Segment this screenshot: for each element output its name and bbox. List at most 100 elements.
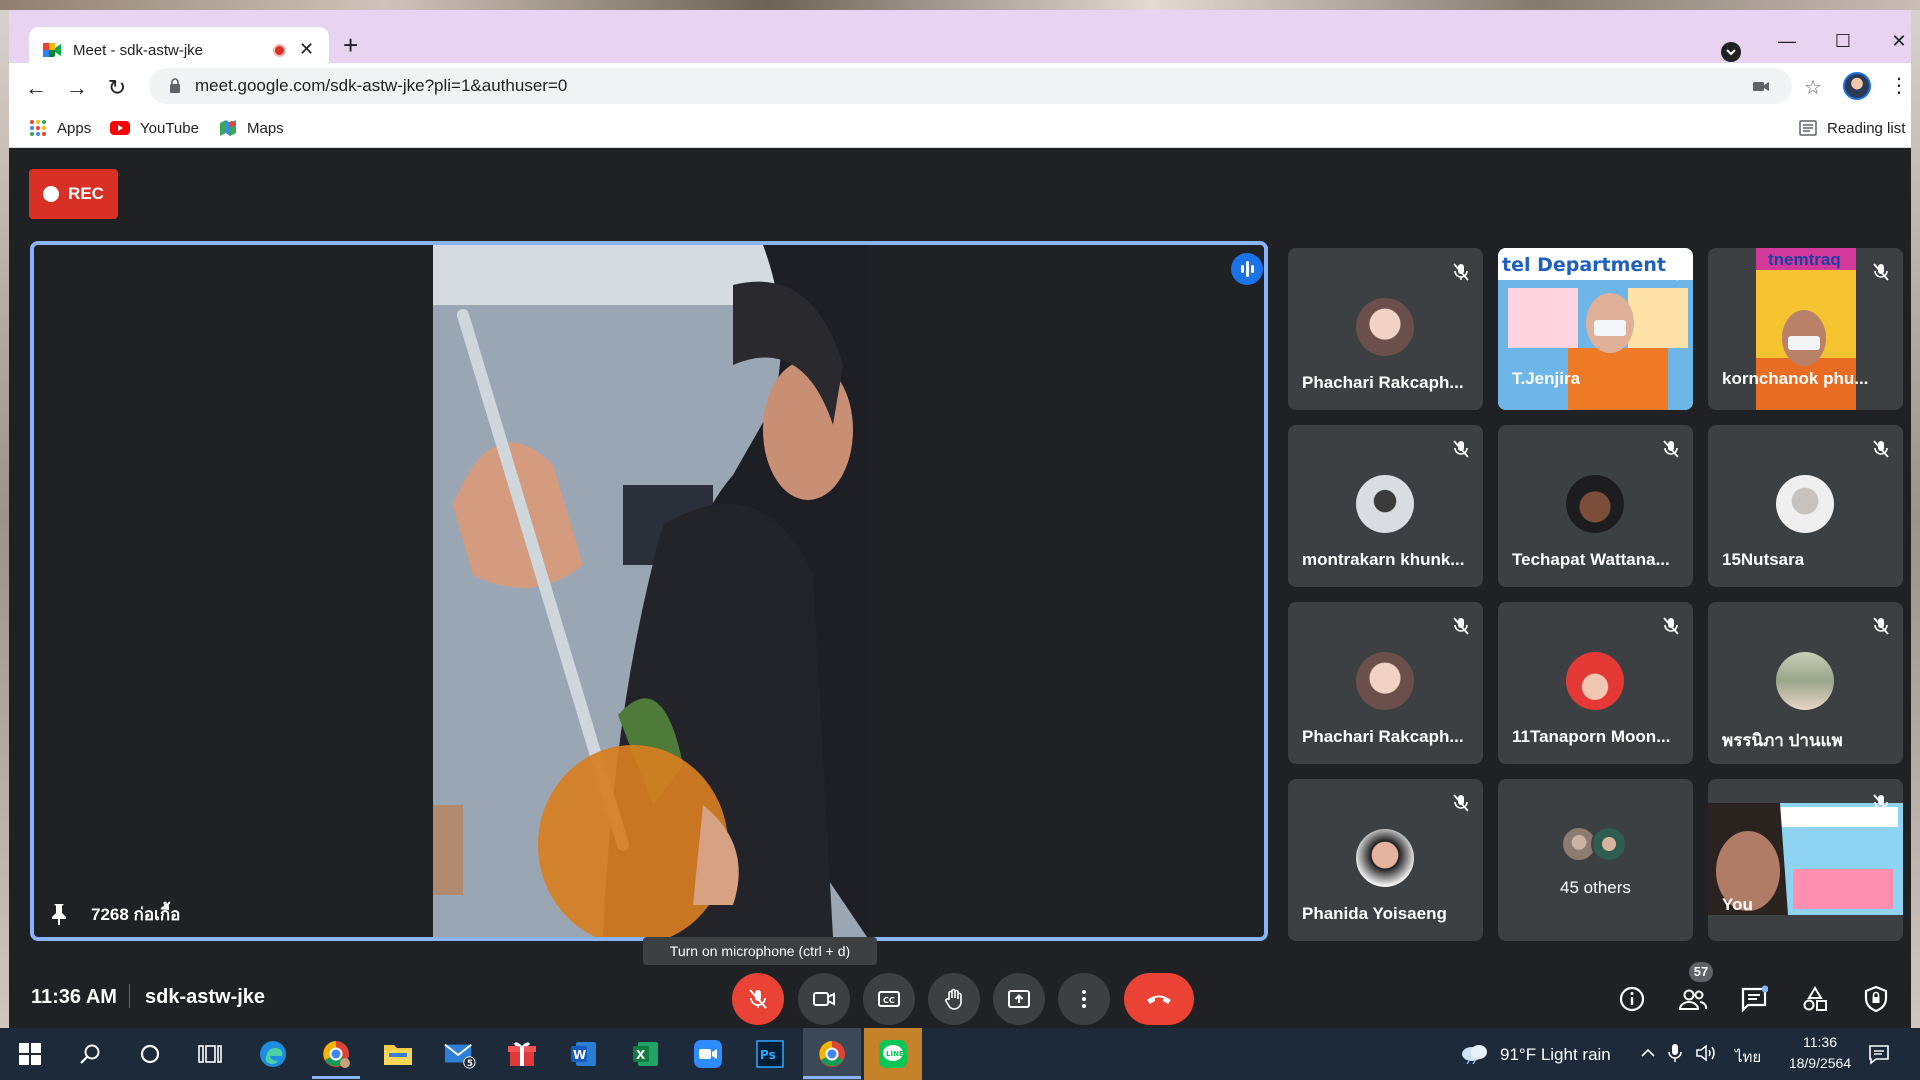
microphone-tooltip: Turn on microphone (ctrl + d) <box>643 937 877 965</box>
participant-name: 11Tanaporn Moon... <box>1512 727 1671 746</box>
task-view-button[interactable] <box>194 1038 226 1070</box>
participant-tile[interactable]: montrakarn khunk... <box>1288 425 1483 587</box>
edge-icon <box>260 1041 286 1067</box>
participant-tile[interactable]: 11Tanaporn Moon... <box>1498 602 1693 764</box>
present-screen-button[interactable] <box>993 973 1045 1025</box>
volume-icon[interactable] <box>1695 1043 1719 1063</box>
participant-name: Phachari Rakcaph... <box>1302 373 1464 392</box>
svg-text:CC: CC <box>883 996 895 1005</box>
participant-count-badge: 57 <box>1689 962 1713 982</box>
word-icon: W <box>571 1042 596 1066</box>
mail-badge-count: 5 <box>467 1058 473 1068</box>
participant-tile[interactable]: Phachari Rakcaph... <box>1288 602 1483 764</box>
tab-close-button[interactable]: ✕ <box>299 39 314 60</box>
avatar <box>1776 652 1834 710</box>
minimize-button[interactable]: — <box>1767 26 1807 56</box>
participant-tile[interactable]: Phanida Yoisaeng <box>1288 779 1483 941</box>
close-window-button[interactable]: ✕ <box>1879 26 1919 56</box>
participant-tile[interactable]: Phachari Rakcaph... <box>1288 248 1483 410</box>
taskbar-chrome-profile[interactable] <box>320 1038 352 1070</box>
taskbar-edge[interactable] <box>257 1038 289 1070</box>
system-clock-time[interactable]: 11:36 <box>1790 1034 1850 1050</box>
participant-tile[interactable]: 15Nutsara <box>1708 425 1903 587</box>
meeting-code: sdk-astw-jke <box>145 986 266 1008</box>
camera-toggle-button[interactable] <box>798 973 850 1025</box>
recording-badge: REC <box>29 169 118 219</box>
folder-icon <box>384 1045 412 1065</box>
chevron-up-icon[interactable] <box>1640 1046 1656 1060</box>
mic-off-icon <box>1453 794 1469 812</box>
people-button[interactable] <box>1675 981 1711 1017</box>
chat-button[interactable] <box>1736 981 1772 1017</box>
recording-label: REC <box>68 184 104 203</box>
meeting-details-button[interactable] <box>1614 981 1650 1017</box>
captions-button[interactable]: CC <box>863 973 915 1025</box>
bookmark-apps[interactable]: Apps <box>29 118 91 138</box>
more-vertical-icon <box>1082 990 1086 1008</box>
maximize-button[interactable]: ☐ <box>1823 26 1863 56</box>
participant-name: kornchanok phu... <box>1722 369 1869 388</box>
system-clock-date[interactable]: 18/9/2564 <box>1785 1055 1855 1071</box>
taskbar-zoom[interactable] <box>692 1038 724 1070</box>
participant-tile[interactable]: พรรนิภา ปานแพ <box>1708 602 1903 764</box>
weather-cloud-icon <box>1462 1045 1487 1064</box>
camera-permission-icon[interactable] <box>1752 77 1770 95</box>
taskbar-mail[interactable]: 5 <box>444 1038 476 1070</box>
input-language-indicator[interactable]: ไทย <box>1735 1045 1761 1069</box>
browser-toolbar: ← → ↻ meet.google.com/sdk-astw-jke?pli=1… <box>9 63 1911 110</box>
bookmark-star-icon[interactable]: ☆ <box>1804 75 1822 100</box>
taskbar-chrome[interactable] <box>816 1038 848 1070</box>
avatar <box>1566 652 1624 710</box>
taskbar-word[interactable]: W <box>568 1038 600 1070</box>
participant-tile[interactable]: Techapat Wattana... <box>1498 425 1693 587</box>
taskbar-excel[interactable]: X <box>630 1038 662 1070</box>
main-speaker-tile[interactable]: 7268 ก่อเกื้อ <box>30 241 1268 941</box>
back-button[interactable]: ← <box>23 75 49 101</box>
start-button[interactable] <box>14 1038 46 1070</box>
address-bar[interactable]: meet.google.com/sdk-astw-jke?pli=1&authu… <box>149 68 1822 104</box>
reading-list-icon <box>1799 120 1817 136</box>
pin-icon[interactable] <box>48 902 70 926</box>
browser-menu-button[interactable]: ⋮ <box>1889 73 1909 98</box>
reading-list-button[interactable]: Reading list <box>1799 118 1905 138</box>
bookmark-youtube[interactable]: YouTube <box>110 118 199 138</box>
gift-icon <box>508 1042 536 1066</box>
mic-off-icon <box>1453 440 1469 458</box>
tab-search-button[interactable] <box>1721 42 1741 62</box>
taskbar-line[interactable]: LINE <box>877 1038 909 1070</box>
avatar <box>1356 475 1414 533</box>
taskbar-gift-app[interactable] <box>506 1038 538 1070</box>
new-tab-button[interactable]: + <box>343 32 358 58</box>
others-tile[interactable]: 45 others <box>1498 779 1693 941</box>
taskbar-photoshop[interactable]: Ps <box>754 1038 786 1070</box>
host-controls-button[interactable] <box>1858 981 1894 1017</box>
shield-icon <box>1864 985 1888 1013</box>
cortana-button[interactable] <box>134 1038 166 1070</box>
weather-widget[interactable]: 91°F Light rain <box>1500 1045 1611 1065</box>
microphone-tray-icon[interactable] <box>1668 1042 1682 1064</box>
activities-button[interactable] <box>1797 981 1833 1017</box>
mic-off-icon <box>749 989 767 1009</box>
bookmark-maps[interactable]: Maps <box>219 118 284 138</box>
self-view-tile[interactable]: You <box>1708 779 1903 941</box>
reload-button[interactable]: ↻ <box>104 75 130 101</box>
microphone-toggle-button[interactable] <box>732 973 784 1025</box>
taskbar-search-button[interactable] <box>74 1038 106 1070</box>
notifications-icon[interactable] <box>1868 1043 1890 1065</box>
mic-off-icon <box>1873 794 1889 812</box>
raise-hand-button[interactable] <box>928 973 980 1025</box>
taskbar-file-explorer[interactable] <box>382 1038 414 1070</box>
activities-icon <box>1803 986 1827 1011</box>
participant-name: T.Jenjira <box>1512 369 1581 388</box>
participant-tile-video[interactable]: tel Department T.Jenjira <box>1498 248 1693 410</box>
leave-call-button[interactable] <box>1124 973 1194 1025</box>
recording-dot-icon <box>43 186 60 202</box>
profile-avatar[interactable] <box>1843 72 1871 100</box>
svg-text:X: X <box>636 1048 646 1062</box>
forward-button[interactable]: → <box>64 75 90 101</box>
mic-off-icon <box>1453 617 1469 635</box>
mic-off-icon <box>1873 617 1889 635</box>
participant-tile-video[interactable]: tnemtraq kornchanok phu... <box>1708 248 1903 410</box>
mic-off-icon <box>1873 440 1889 458</box>
more-options-button[interactable] <box>1058 973 1110 1025</box>
